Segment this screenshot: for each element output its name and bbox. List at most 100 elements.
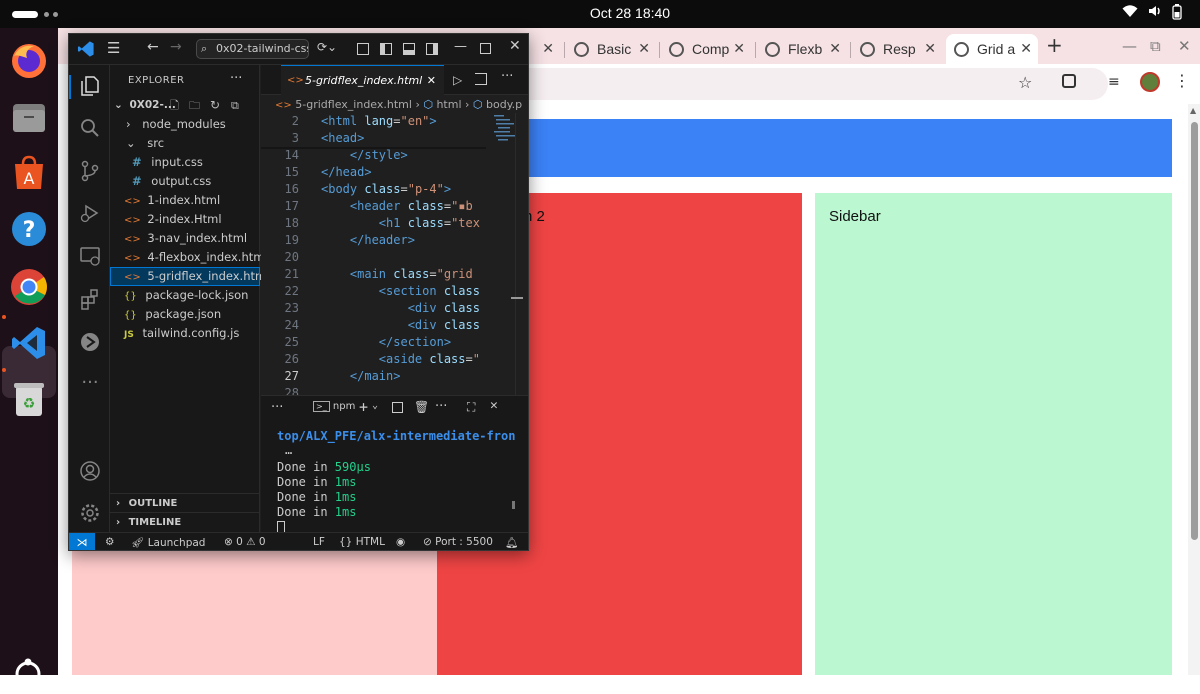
kill-terminal-icon[interactable]: 🗑 bbox=[414, 400, 429, 414]
wifi-icon[interactable] bbox=[1122, 4, 1138, 22]
code-line[interactable]: 19 </header> bbox=[261, 232, 486, 249]
editor-tab-active[interactable]: <> 5-gridflex_index.html ✕ bbox=[281, 65, 444, 96]
panel-more-icon[interactable]: ··· bbox=[271, 400, 283, 415]
breadcrumb-html[interactable]: html bbox=[436, 98, 461, 111]
browser-tab[interactable]: ✕ bbox=[530, 34, 560, 64]
trash-icon[interactable]: ♻ bbox=[8, 378, 50, 420]
browser-tab[interactable]: Flexb ✕ bbox=[757, 34, 847, 64]
search-icon[interactable] bbox=[78, 117, 102, 141]
run-debug-icon[interactable] bbox=[78, 202, 102, 226]
vscode-icon[interactable] bbox=[8, 322, 50, 364]
browser-tab[interactable]: Resp ✕ bbox=[852, 34, 942, 64]
close-tab-icon[interactable]: ✕ bbox=[638, 40, 650, 57]
tree-item-4-flexbox-index[interactable]: <> 4-flexbox_index.html bbox=[110, 248, 268, 267]
split-editor-icon[interactable] bbox=[475, 73, 487, 85]
minimize-button[interactable]: — bbox=[1122, 37, 1137, 55]
bookmark-star-icon[interactable]: ☆ bbox=[1018, 73, 1032, 92]
scrollbar-thumb[interactable] bbox=[1191, 122, 1198, 540]
address-bar[interactable] bbox=[488, 68, 1108, 100]
clock[interactable]: Oct 28 18:40 bbox=[0, 5, 1200, 21]
tree-item-3-nav-index[interactable]: <> 3-nav_index.html bbox=[110, 229, 260, 248]
close-tab-icon[interactable]: ✕ bbox=[1020, 40, 1032, 57]
terminal-more-icon[interactable]: ··· bbox=[435, 399, 447, 414]
collapse-all-icon[interactable]: ⧉ bbox=[231, 96, 239, 115]
close-tab-icon[interactable]: ✕ bbox=[829, 40, 841, 57]
app-center-icon[interactable]: A bbox=[8, 152, 50, 194]
toggle-secondary-sidebar-icon[interactable] bbox=[426, 43, 438, 55]
files-icon[interactable] bbox=[8, 96, 50, 138]
close-tab-icon[interactable]: ✕ bbox=[427, 66, 436, 95]
terminal-selector[interactable]: >_ npm bbox=[313, 401, 355, 412]
eol-indicator[interactable]: LF bbox=[313, 536, 325, 548]
code-line[interactable]: 25 </section> bbox=[261, 334, 486, 351]
remote-explorer-icon[interactable] bbox=[78, 245, 102, 269]
remote-indicator-icon[interactable]: ⋊ bbox=[69, 533, 95, 550]
close-panel-icon[interactable]: ✕ bbox=[490, 398, 498, 413]
new-file-icon[interactable]: 🗋 bbox=[170, 96, 179, 115]
code-line[interactable]: 3 <head> bbox=[261, 130, 486, 147]
show-apps-icon[interactable] bbox=[12, 658, 44, 690]
tree-item-1-index[interactable]: <> 1-index.html bbox=[110, 191, 260, 210]
tree-item-5-gridflex-index[interactable]: <> 5-gridflex_index.html bbox=[110, 267, 269, 286]
accounts-icon[interactable] bbox=[78, 460, 102, 484]
explorer-more-icon[interactable]: ··· bbox=[230, 71, 242, 86]
source-control-icon[interactable] bbox=[78, 160, 102, 184]
tree-item-output-css[interactable]: # output.css bbox=[110, 172, 260, 191]
code-line[interactable]: 24 <div class bbox=[261, 317, 486, 334]
browser-tab-active[interactable]: Grid a ✕ bbox=[946, 34, 1038, 64]
minimap[interactable] bbox=[492, 113, 516, 153]
run-icon[interactable]: ▷ bbox=[453, 73, 462, 87]
battery-icon[interactable] bbox=[1172, 4, 1182, 24]
copilot-icon[interactable]: ⟳⌄ bbox=[317, 40, 337, 54]
minimize-button[interactable]: — bbox=[454, 39, 467, 54]
code-line[interactable]: 14 </style> bbox=[261, 147, 486, 164]
command-center-search[interactable]: ⌕ 0x02-tailwind-css bbox=[196, 39, 309, 59]
toggle-panel-icon[interactable] bbox=[403, 43, 415, 55]
code-line[interactable]: 23 <div class bbox=[261, 300, 486, 317]
help-icon[interactable]: ? bbox=[8, 208, 50, 250]
language-mode[interactable]: {} HTML bbox=[339, 536, 385, 548]
tree-item-node-modules[interactable]: › node_modules bbox=[110, 115, 260, 134]
code-line[interactable]: 16 <body class="p-4"> bbox=[261, 181, 486, 198]
maximize-button[interactable]: ⧉ bbox=[1150, 37, 1161, 55]
back-icon[interactable]: ← bbox=[147, 39, 159, 55]
browser-tab[interactable]: Comp ✕ bbox=[661, 34, 751, 64]
maximize-button[interactable] bbox=[480, 43, 491, 54]
code-line[interactable]: 2 <html lang="en"> bbox=[261, 113, 486, 130]
close-window-button[interactable]: ✕ bbox=[1178, 37, 1191, 55]
notifications-bell-icon[interactable]: 🔔︎ bbox=[505, 536, 518, 549]
close-tab-icon[interactable]: ✕ bbox=[733, 40, 745, 57]
more-views-icon[interactable]: ··· bbox=[78, 372, 102, 396]
ports-forward-icon[interactable]: ⚙ bbox=[105, 536, 114, 548]
launchpad-button[interactable]: 🚀︎ Launchpad bbox=[131, 536, 205, 549]
tree-item-src[interactable]: ⌄ src bbox=[110, 134, 260, 153]
scroll-up-icon[interactable]: ▲ bbox=[1190, 106, 1196, 115]
extensions-icon[interactable] bbox=[1062, 74, 1076, 88]
editor-scrollbar[interactable] bbox=[515, 113, 516, 395]
timeline-section[interactable]: › TIMELINE bbox=[110, 512, 260, 531]
extensions-icon[interactable] bbox=[78, 288, 102, 312]
code-line[interactable]: 17 <header class="▪b bbox=[261, 198, 486, 215]
close-tab-icon[interactable]: ✕ bbox=[542, 40, 554, 57]
code-line[interactable]: 20 bbox=[261, 249, 486, 266]
code-line[interactable]: 21 <main class="grid bbox=[261, 266, 486, 283]
code-line[interactable]: 22 <section class bbox=[261, 283, 486, 300]
breadcrumb-body[interactable]: body.p bbox=[486, 98, 522, 111]
code-line[interactable]: 18 <h1 class="tex bbox=[261, 215, 486, 232]
new-tab-button[interactable]: + bbox=[1046, 33, 1063, 57]
media-controls-icon[interactable]: ≡ bbox=[1108, 74, 1120, 90]
live-share-icon[interactable] bbox=[78, 331, 102, 355]
tree-item-input-css[interactable]: # input.css bbox=[110, 153, 260, 172]
menu-icon[interactable]: ☰ bbox=[107, 39, 120, 57]
refresh-icon[interactable]: ↻ bbox=[210, 96, 220, 115]
new-terminal-icon[interactable]: + bbox=[359, 398, 368, 416]
problems-indicator[interactable]: ⊗ 0 ⚠ 0 bbox=[224, 536, 266, 548]
close-window-button[interactable]: ✕ bbox=[509, 38, 521, 54]
tree-item-package-lock[interactable]: {} package-lock.json bbox=[110, 286, 260, 305]
volume-icon[interactable] bbox=[1148, 4, 1162, 22]
forward-icon[interactable]: → bbox=[170, 39, 182, 55]
chrome-icon[interactable] bbox=[8, 266, 50, 308]
root-folder[interactable]: ⌄ 0X02-... 🗋 🗀 ↻ ⧉ bbox=[110, 96, 260, 115]
code-line[interactable]: 15 </head> bbox=[261, 164, 486, 181]
close-tab-icon[interactable]: ✕ bbox=[924, 40, 936, 57]
